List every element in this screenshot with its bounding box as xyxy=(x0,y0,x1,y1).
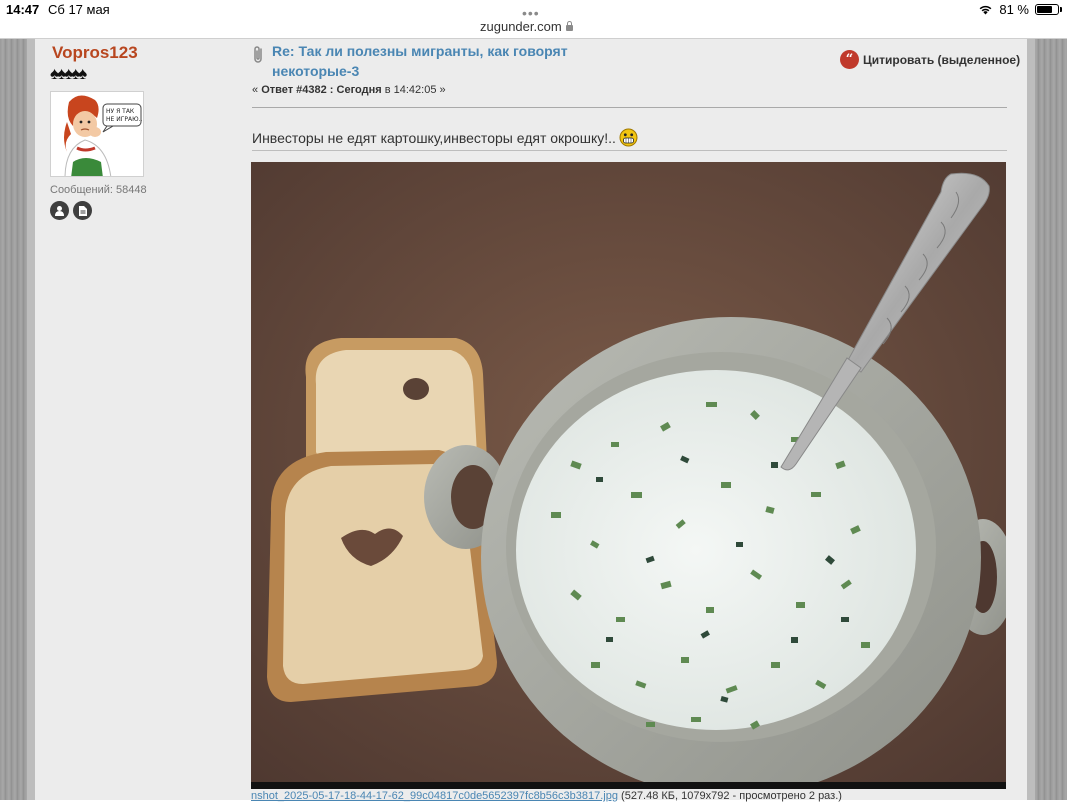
show-posts-icon[interactable] xyxy=(73,201,92,220)
profile-links xyxy=(50,201,92,220)
photo-bottom-bar xyxy=(251,782,1006,789)
battery-percent: 81 % xyxy=(999,2,1029,17)
meta-prefix: « xyxy=(252,84,262,96)
user-icon xyxy=(55,206,64,216)
svg-text:НЕ ИГРАЮ...: НЕ ИГРАЮ... xyxy=(106,116,144,123)
url-field[interactable]: zugunder.com xyxy=(480,19,590,34)
attachment-clip-icon xyxy=(254,46,262,63)
status-date: Сб 17 мая xyxy=(48,2,110,17)
message-divider xyxy=(252,150,1007,151)
post-message: Инвесторы не едят картошку,инвесторы едя… xyxy=(252,128,638,147)
status-indicators: 81 % xyxy=(978,2,1062,17)
attached-photo[interactable] xyxy=(251,162,1006,782)
left-border-edge xyxy=(27,39,35,800)
avatar-image: НУ Я ТАК НЕ ИГРАЮ... xyxy=(51,92,144,176)
lock-icon xyxy=(565,21,573,31)
right-border-edge xyxy=(1027,39,1035,800)
quote-icon: “ xyxy=(840,50,859,69)
post-meta: « Ответ #4382 : Сегодня в 14:42:05 » xyxy=(252,84,446,96)
url-text: zugunder.com xyxy=(480,19,562,34)
status-time: 14:47 xyxy=(6,2,40,17)
svg-text:НУ Я ТАК: НУ Я ТАК xyxy=(106,108,135,115)
profile-icon[interactable] xyxy=(50,201,69,220)
attachment-filename-link[interactable]: nshot_2025-05-17-18-44-17-62_99c04817c0d… xyxy=(251,790,618,802)
post-time: в 14:42:05 » xyxy=(381,84,446,96)
poster-username[interactable]: Vopros123 xyxy=(52,43,138,63)
battery-icon xyxy=(1035,4,1062,15)
document-icon xyxy=(78,205,87,216)
attachment-caption: nshot_2025-05-17-18-44-17-62_99c04817c0d… xyxy=(251,790,1011,802)
wifi-icon xyxy=(979,5,992,15)
posts-count: Сообщений: 58448 xyxy=(50,184,147,196)
okroshka-photo xyxy=(251,162,1006,782)
avatar: НУ Я ТАК НЕ ИГРАЮ... xyxy=(50,91,144,177)
battery-fill xyxy=(1037,6,1052,13)
grin-smiley-icon xyxy=(619,128,638,147)
quote-button[interactable]: “ Цитировать (выделенное) xyxy=(840,50,1020,69)
rank-stars: ♠♠♠♠♠ xyxy=(50,64,87,83)
attachment-info: (527.48 КБ, 1079x792 - просмотрено 2 раз… xyxy=(617,790,842,802)
header-divider xyxy=(252,107,1007,108)
quote-label: Цитировать (выделенное) xyxy=(863,52,1021,67)
post-title-link[interactable]: Re: Так ли полезны мигранты, как говорят… xyxy=(272,41,582,81)
reply-number[interactable]: Ответ #4382 : Сегодня xyxy=(261,84,381,96)
message-text: Инвесторы не едят картошку,инвесторы едя… xyxy=(252,129,616,146)
